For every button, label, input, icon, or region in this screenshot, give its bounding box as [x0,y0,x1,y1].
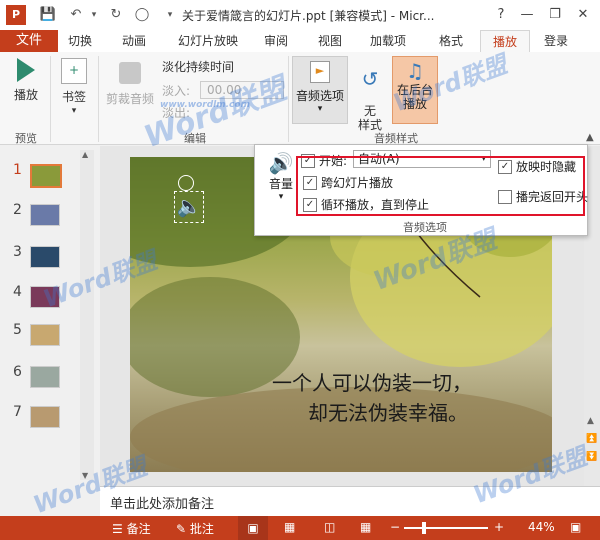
zoom-slider-thumb[interactable] [422,522,426,534]
minimize-button[interactable]: — [514,4,540,26]
slide-text-line-1: 一个人可以伪装一切， [272,371,472,395]
group-label-preview: 预览 [15,132,37,145]
scroll-up-icon[interactable]: ▲ [587,416,594,426]
redo-icon[interactable]: ↻ [106,5,126,25]
undo-dropdown-icon[interactable]: ▾ [84,5,104,25]
audio-icon-selected[interactable]: 🔈 [170,175,206,225]
window-title: 关于爱情箴言的幻灯片.ppt [兼容模式] - Micr... [182,9,435,23]
slide-thumbnail-6[interactable] [30,366,60,388]
bookmark-dropdown-icon: ▾ [71,106,77,116]
zoom-slider[interactable] [404,522,488,534]
customize-toolbar-icon[interactable]: ▾ [160,5,180,25]
trim-audio-label: 剪裁音频 [105,92,154,106]
slide-thumbnail-2[interactable] [30,204,60,226]
scroll-up-icon[interactable]: ▲ [82,150,88,159]
tab-animations[interactable]: 动画 [114,30,154,52]
audio-options-label: 音频选项 [295,89,344,103]
volume-button[interactable]: 🔊 音量 ▾ [263,151,299,211]
highlight-frame [296,156,585,216]
slide-text-line-2: 却无法伪装幸福。 [308,401,468,425]
tab-format[interactable]: 格式 [432,30,470,52]
thumbnail-scrollbar[interactable]: ▲ ▼ [80,150,94,480]
slideshow-start-icon[interactable]: ◯ [132,5,152,25]
slide-number: 5 [13,322,22,338]
play-label: 播放 [13,88,38,102]
watermark-url: www.wordlm.com [160,100,250,110]
previous-slide-icon[interactable]: ⏫ [586,434,597,444]
slide-number: 2 [13,202,22,218]
slide-thumbnail-7[interactable] [30,406,60,428]
play-button[interactable]: 播放 [8,58,44,102]
volume-dropdown-icon: ▾ [278,192,284,202]
fade-duration-title: 淡化持续时间 [162,60,235,74]
comments-toggle-button[interactable]: ✎ 批注 [176,520,214,537]
ribbon-playback: 播放 预览 + 书签 ▾ 剪裁音频 淡化持续时间 淡入: 00.00 淡出: 编… [0,52,600,145]
slide-number: 7 [13,404,22,420]
group-label-audio-options: 音频选项 [403,221,447,234]
title-bar: P 💾 ↶ ▾ ↻ ◯ ▾ 关于爱情箴言的幻灯片.ppt [兼容模式] - Mi… [0,0,600,30]
tab-file[interactable]: 文件 [0,30,58,52]
zoom-out-icon[interactable]: − [390,520,400,534]
slideshow-view-icon[interactable]: ▦ [360,520,371,534]
slide-number: 1 [13,162,22,178]
tab-review[interactable]: 审阅 [258,30,294,52]
no-style-button[interactable]: ↺ 无 样式 [352,58,388,132]
bookmark-label: 书签 [61,90,86,104]
slide-thumbnail-5[interactable] [30,324,60,346]
notes-placeholder: 单击此处添加备注 [110,497,215,512]
slide-number: 6 [13,364,22,380]
speaker-icon[interactable]: 🔈 [174,191,204,223]
restore-button[interactable]: ❐ [542,4,568,26]
audio-options-icon: ► [310,61,330,83]
tab-slideshow[interactable]: 幻灯片放映 [172,30,244,52]
audio-options-button[interactable]: ► 音频选项 ▾ [292,56,348,124]
volume-icon: 🔊 [268,151,294,175]
notes-toggle-label: 备注 [126,522,151,536]
audio-options-dropdown-icon: ▾ [317,104,323,114]
ribbon-tabs: 文件 切换 动画 幻灯片放映 审阅 视图 加载项 格式 播放 登录 [0,30,600,53]
slide-thumbnail-3[interactable] [30,246,60,268]
tab-addins[interactable]: 加载项 [364,30,412,52]
trim-audio-button[interactable]: 剪裁音频 [102,62,158,106]
normal-view-icon[interactable]: ▣ [238,516,268,540]
trim-audio-icon [119,62,141,84]
help-button[interactable]: ? [488,4,514,26]
audio-options-popup: 🔊 音量 ▾ ✓ 开始: 自动(A) ▾ ✓ 跨幻灯片播放 ✓ 循环播放，直到停… [254,144,588,236]
volume-label: 音量 [268,177,293,191]
sign-in-link[interactable]: 登录 [538,30,574,52]
status-bar: ☰ 备注 ✎ 批注 ▣ ▦ ◫ ▦ − + 44% ▣ [0,516,600,540]
separator [50,56,51,142]
notes-toggle-button[interactable]: ☰ 备注 [112,520,151,537]
slide-thumbnail-1[interactable] [30,164,62,188]
bookmark-button[interactable]: + 书签 ▾ [56,58,92,118]
zoom-in-icon[interactable]: + [494,520,504,534]
undo-icon[interactable]: ↶ [66,5,86,25]
bookmark-icon: + [61,58,87,84]
separator [98,56,99,142]
play-icon [17,58,35,82]
close-button[interactable]: ✕ [570,4,596,26]
slide-sorter-view-icon[interactable]: ▦ [284,520,295,534]
powerpoint-logo-icon: P [6,5,26,25]
slide-number: 4 [13,284,22,300]
save-icon[interactable]: 💾 [38,5,58,25]
no-style-label: 无 样式 [357,104,382,132]
zoom-level[interactable]: 44% [528,520,555,534]
collapse-ribbon-icon[interactable]: ▲ [586,132,594,143]
speaker-undo-icon: ↺ [361,67,379,91]
comments-toggle-label: 批注 [189,522,214,536]
slide-number: 3 [13,244,22,260]
tab-view[interactable]: 视图 [312,30,348,52]
reading-view-icon[interactable]: ◫ [324,520,335,534]
tab-transitions[interactable]: 切换 [62,30,98,52]
fit-slide-icon[interactable]: ▣ [570,520,581,534]
rotate-handle-icon[interactable] [178,175,194,191]
